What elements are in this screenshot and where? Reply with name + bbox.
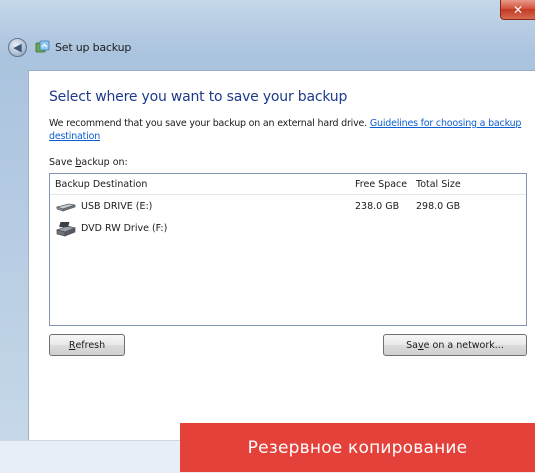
network-label-rest: e on a network...: [423, 339, 504, 351]
content-pane: Select where you want to save your backu…: [28, 70, 535, 472]
recommendation-sentence: We recommend that you save your backup o…: [49, 118, 368, 129]
column-header-total-size[interactable]: Total Size: [416, 179, 486, 190]
total-size-cell: 298.0 GB: [416, 200, 461, 212]
navigation-bar: ◀ Set up backup: [0, 33, 535, 61]
window-frame: ✕ ◀ Set up backup Select where you want …: [0, 0, 535, 473]
destination-cell: DVD RW Drive (F:): [50, 220, 355, 237]
recommendation-text: We recommend that you save your backup o…: [49, 117, 529, 143]
usb-drive-icon: [55, 198, 77, 214]
list-item[interactable]: DVD RW Drive (F:): [50, 217, 526, 239]
save-backup-label: Save backup on:: [49, 157, 128, 168]
caption-banner: Резервное копирование: [180, 423, 535, 472]
destination-cell: USB DRIVE (E:): [50, 198, 355, 214]
refresh-accelerator: R: [68, 339, 76, 351]
backup-icon: [35, 40, 50, 55]
back-button[interactable]: ◀: [8, 37, 27, 57]
close-button[interactable]: ✕: [500, 0, 535, 20]
refresh-label: efresh: [75, 339, 106, 351]
refresh-button[interactable]: Refresh: [49, 334, 125, 356]
page-heading: Select where you want to save your backu…: [49, 89, 348, 105]
save-label-prefix: Save: [49, 157, 76, 168]
dvd-drive-icon: [55, 220, 77, 237]
destination-name: USB DRIVE (E:): [81, 200, 153, 212]
column-header-destination[interactable]: Backup Destination: [50, 179, 355, 190]
back-arrow-icon: ◀: [13, 40, 22, 54]
column-header-free-space[interactable]: Free Space: [355, 179, 416, 190]
save-label-suffix: ackup on:: [81, 157, 128, 168]
destination-name: DVD RW Drive (F:): [81, 222, 168, 234]
save-on-network-button[interactable]: Sa v e on a network...: [383, 334, 527, 356]
free-space-cell: 238.0 GB: [355, 200, 400, 212]
list-item[interactable]: USB DRIVE (E:) 238.0 GB 298.0 GB: [50, 195, 526, 217]
window-title: Set up backup: [55, 40, 132, 54]
list-header: Backup Destination Free Space Total Size: [50, 174, 526, 195]
backup-destination-list[interactable]: Backup Destination Free Space Total Size…: [49, 173, 527, 326]
network-label-prefix: Sa: [406, 339, 419, 351]
close-icon: ✕: [512, 2, 524, 17]
